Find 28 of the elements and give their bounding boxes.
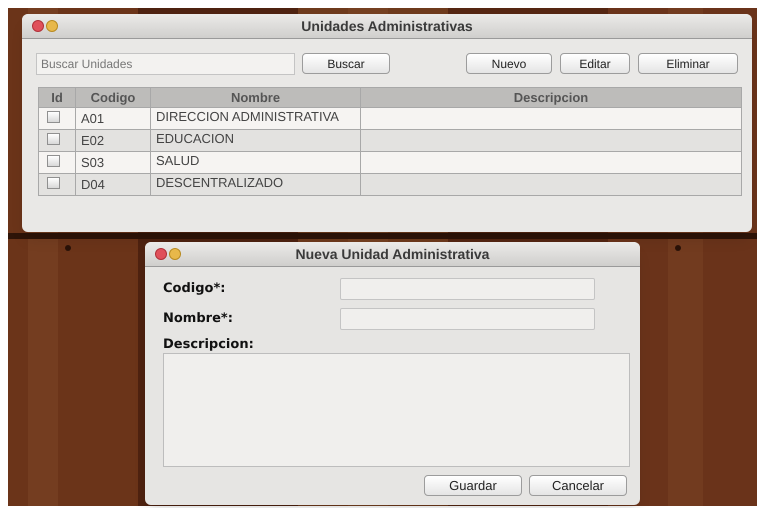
button[interactable]: Cancelar <box>529 475 627 496</box>
minimize-button[interactable] <box>46 20 58 32</box>
table-cell: D04 <box>76 174 150 196</box>
button[interactable]: Eliminar <box>638 53 738 74</box>
input-field[interactable] <box>340 308 595 330</box>
minimize-button[interactable] <box>169 248 181 260</box>
field-label: Codigo*: <box>163 280 226 298</box>
column-header[interactable]: Descripcion <box>360 88 742 108</box>
column-header[interactable]: Nombre <box>150 88 360 108</box>
close-button[interactable] <box>155 248 167 260</box>
button[interactable]: Editar <box>560 53 630 74</box>
checkbox[interactable] <box>47 177 60 189</box>
field-label: Descripcion: <box>163 337 255 352</box>
checkbox[interactable] <box>47 133 60 145</box>
input-field[interactable] <box>340 278 595 300</box>
checkbox[interactable] <box>47 155 60 167</box>
window-title: Unidades Administrativas <box>301 16 473 36</box>
window-title: Nueva Unidad Administrativa <box>296 244 490 264</box>
checkbox[interactable] <box>47 111 60 123</box>
close-button[interactable] <box>32 20 44 32</box>
search-field[interactable]: Buscar Unidades <box>36 52 295 74</box>
button[interactable]: Guardar <box>424 475 522 496</box>
column-header[interactable]: Id <box>38 88 76 108</box>
text-area[interactable] <box>163 353 630 467</box>
table-cell: DESCENTRALIZADO <box>150 174 360 196</box>
field-label: Nombre*: <box>163 310 234 328</box>
button[interactable]: Buscar <box>302 53 390 74</box>
button[interactable]: Nuevo <box>466 53 552 74</box>
